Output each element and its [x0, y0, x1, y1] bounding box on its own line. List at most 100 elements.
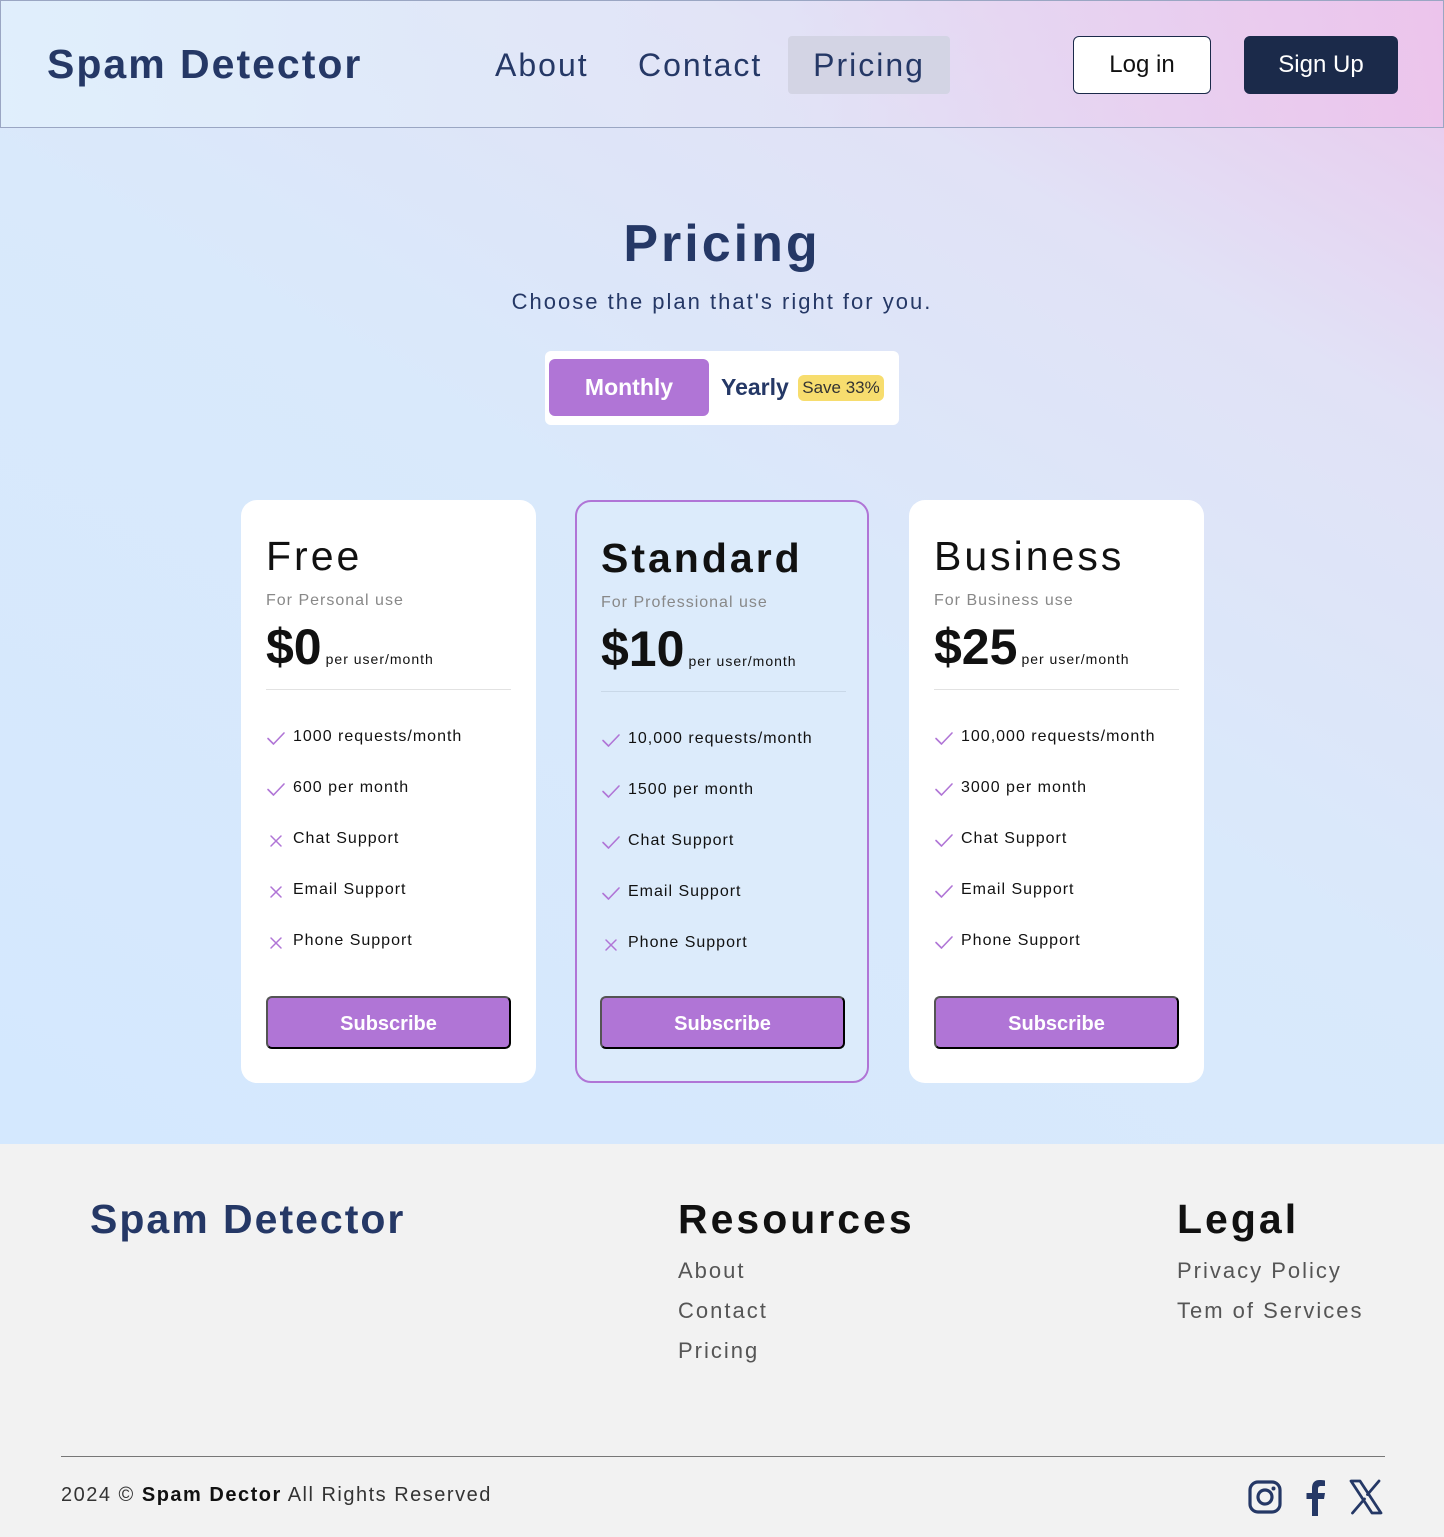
check-icon [934, 728, 961, 752]
monthly-toggle-button[interactable]: Monthly [549, 359, 709, 416]
plan-price: $25 [934, 619, 1018, 675]
check-icon [601, 883, 628, 907]
divider [601, 691, 846, 692]
feature-item: Chat Support [601, 832, 813, 883]
page-title: Pricing [623, 215, 821, 273]
feature-list: 1000 requests/month 600 per month Chat Sup… [266, 728, 462, 983]
plan-price: $10 [601, 621, 685, 677]
footer-link-terms[interactable]: Tem of Services [1177, 1298, 1364, 1324]
footer-divider [61, 1456, 1385, 1457]
subscribe-free-button[interactable]: Subscribe [266, 996, 511, 1049]
footer-legal-title: Legal [1177, 1196, 1300, 1242]
top-navbar: Spam Detector About Contact Pricing Log … [0, 0, 1444, 128]
feature-text: Phone Support [293, 932, 413, 949]
cross-icon [266, 932, 293, 956]
footer-link-privacy[interactable]: Privacy Policy [1177, 1258, 1342, 1284]
feature-list: 10,000 requests/month 1500 per month Chat … [601, 730, 813, 985]
feature-item: Phone Support [934, 932, 1156, 983]
feature-list: 100,000 requests/month 3000 per month Chat… [934, 728, 1156, 983]
instagram-icon[interactable] [1247, 1478, 1283, 1516]
feature-text: Chat Support [628, 832, 735, 849]
billing-toggle: Monthly Yearly Save 33% [545, 351, 899, 425]
check-icon [934, 932, 961, 956]
feature-item: Email Support [601, 883, 813, 934]
plan-description: For Professional use [601, 594, 768, 611]
feature-text: 1500 per month [628, 781, 755, 798]
feature-text: 10,000 requests/month [628, 730, 813, 747]
feature-text: 100,000 requests/month [961, 728, 1156, 745]
feature-item: 10,000 requests/month [601, 730, 813, 781]
signup-button[interactable]: Sign Up [1244, 36, 1398, 94]
feature-text: 3000 per month [961, 779, 1088, 796]
nav-about-link[interactable]: About [471, 36, 613, 94]
plan-name: Standard [601, 535, 803, 581]
feature-item: 1000 requests/month [266, 728, 462, 779]
feature-text: Phone Support [961, 932, 1081, 949]
page-subtitle: Choose the plan that's right for you. [511, 289, 933, 314]
divider [934, 689, 1179, 690]
site-footer: Spam Detector Resources About Contact Pr… [0, 1144, 1444, 1537]
yearly-toggle-button[interactable]: Yearly [721, 359, 789, 416]
feature-text: Chat Support [961, 830, 1068, 847]
cross-icon [266, 830, 293, 854]
cross-icon [601, 934, 628, 958]
plan-card-standard: Standard For Professional use $10 per use… [575, 500, 869, 1083]
plan-description: For Personal use [266, 592, 404, 609]
facebook-icon[interactable] [1298, 1478, 1334, 1516]
check-icon [266, 728, 293, 752]
feature-text: Chat Support [293, 830, 400, 847]
plan-description: For Business use [934, 592, 1074, 609]
price-row: $10 per user/month [601, 620, 797, 678]
copyright-brand: Spam Dector [141, 1484, 282, 1506]
feature-item: 600 per month [266, 779, 462, 830]
feature-item: Chat Support [266, 830, 462, 881]
divider [266, 689, 511, 690]
save-badge: Save 33% [798, 375, 884, 401]
feature-item: Phone Support [601, 934, 813, 985]
footer-resources-title: Resources [678, 1196, 915, 1242]
feature-text: Phone Support [628, 934, 748, 951]
copyright-suffix: All Rights Reserved [287, 1484, 492, 1506]
check-icon [934, 881, 961, 905]
footer-logo[interactable]: Spam Detector [90, 1196, 405, 1243]
footer-link-pricing[interactable]: Pricing [678, 1338, 759, 1364]
site-logo[interactable]: Spam Detector [47, 41, 362, 88]
plan-price: $0 [266, 619, 322, 675]
price-unit: per user/month [688, 653, 797, 669]
copyright-text: 2024 © Spam Dector All Rights Reserved [61, 1484, 492, 1507]
plan-card-business: Business For Business use $25 per user/mo… [909, 500, 1204, 1083]
subscribe-business-button[interactable]: Subscribe [934, 996, 1179, 1049]
check-icon [266, 779, 293, 803]
plan-card-free: Free For Personal use $0 per user/month 1… [241, 500, 536, 1083]
feature-item: Phone Support [266, 932, 462, 983]
check-icon [934, 779, 961, 803]
subscribe-standard-button[interactable]: Subscribe [600, 996, 845, 1049]
feature-item: Chat Support [934, 830, 1156, 881]
feature-text: Email Support [628, 883, 742, 900]
feature-item: 100,000 requests/month [934, 728, 1156, 779]
check-icon [601, 730, 628, 754]
copyright-prefix: 2024 © [61, 1484, 135, 1506]
feature-text: Email Support [293, 881, 407, 898]
feature-text: Email Support [961, 881, 1075, 898]
feature-item: 1500 per month [601, 781, 813, 832]
feature-text: 1000 requests/month [293, 728, 463, 745]
nav-pricing-link[interactable]: Pricing [788, 36, 950, 94]
footer-link-contact[interactable]: Contact [678, 1298, 768, 1324]
check-icon [934, 830, 961, 854]
feature-item: Email Support [934, 881, 1156, 932]
check-icon [601, 781, 628, 805]
plan-name: Business [934, 533, 1125, 579]
plan-name: Free [266, 533, 363, 579]
feature-item: Email Support [266, 881, 462, 932]
footer-link-about[interactable]: About [678, 1258, 746, 1284]
price-row: $0 per user/month [266, 618, 434, 676]
cross-icon [266, 881, 293, 905]
price-unit: per user/month [325, 651, 434, 667]
nav-contact-link[interactable]: Contact [614, 36, 786, 94]
price-row: $25 per user/month [934, 618, 1130, 676]
feature-item: 3000 per month [934, 779, 1156, 830]
x-icon[interactable] [1348, 1478, 1384, 1516]
check-icon [601, 832, 628, 856]
login-button[interactable]: Log in [1073, 36, 1211, 94]
